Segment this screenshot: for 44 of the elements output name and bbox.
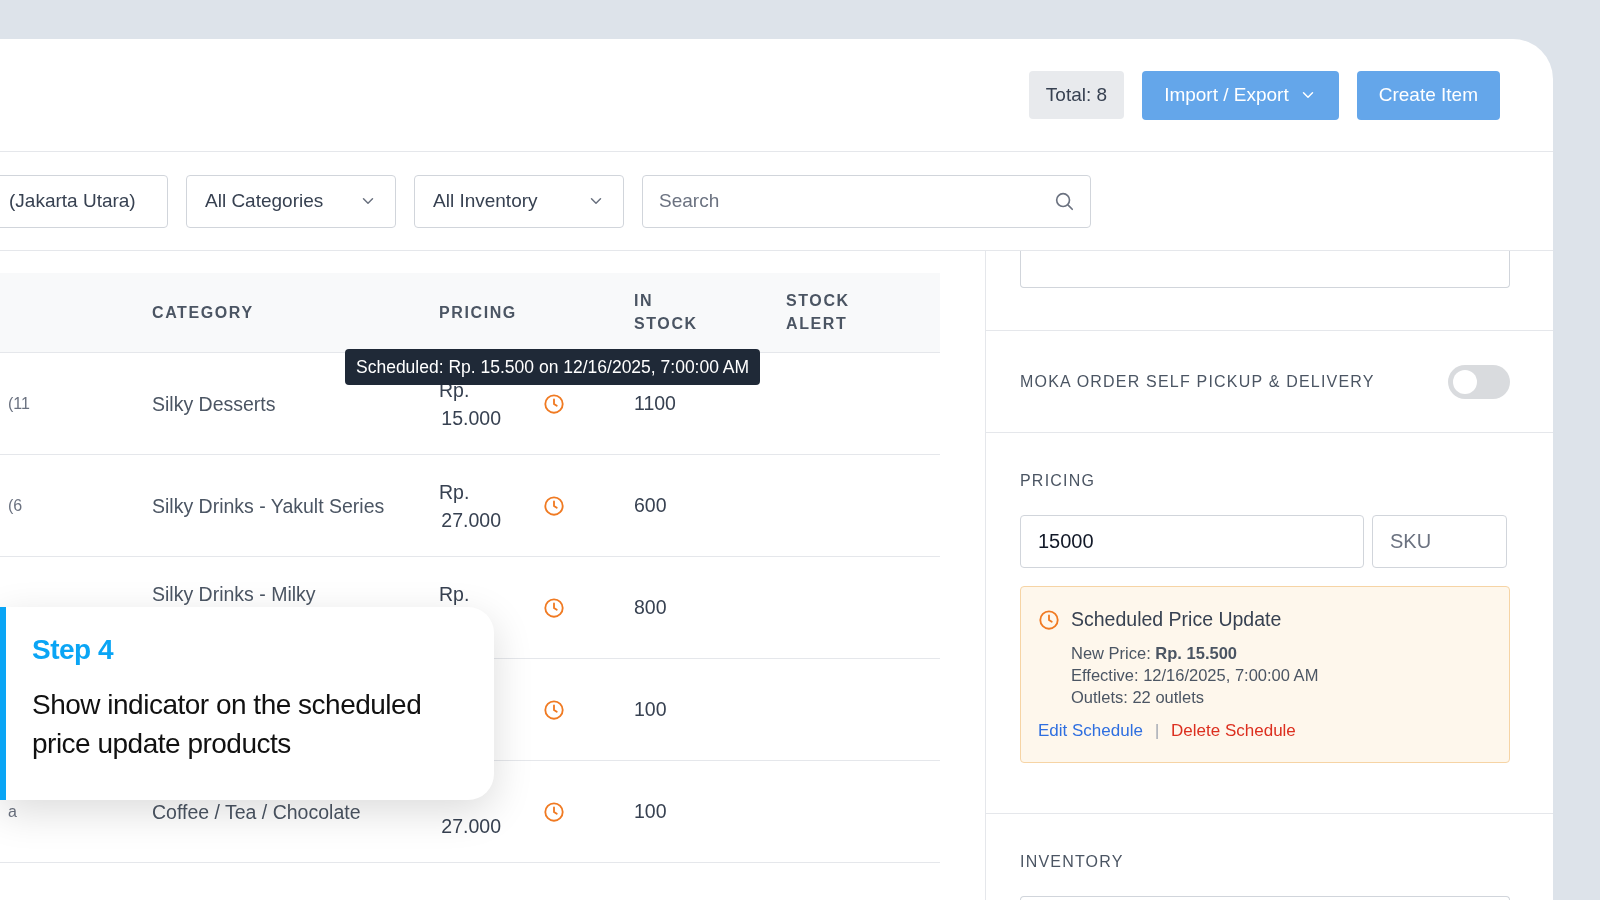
filter-select[interactable]: All Categories [186, 174, 396, 228]
price-field[interactable]: 15000 [1020, 515, 1364, 568]
table-cell: 600 [634, 493, 667, 516]
step-description: Show indicator on the scheduled price update products [32, 688, 423, 761]
table-cell-text: Coffee / Tea / Chocolate [152, 799, 361, 825]
notice-text: Effective: 12/16/2025, 7:00:00 AM [1071, 665, 1320, 687]
tooltip: Scheduled: Rp. 15.500 on 12/16/2025, 7:00:00 AM [345, 349, 761, 386]
price-text: Rp. [439, 582, 470, 605]
toggle-switch[interactable] [1448, 364, 1510, 399]
price-text: 27.000 [441, 508, 501, 531]
filter-select[interactable]: All Inventory [414, 174, 624, 228]
step-title: Step 4 [32, 633, 115, 667]
sku-field[interactable]: SKU [1372, 515, 1507, 568]
price-text: Rp. [439, 480, 470, 503]
table-cell: 100 [634, 799, 667, 822]
total-count: Total: 8 [1028, 70, 1125, 120]
input-field[interactable] [1020, 251, 1510, 288]
table-cell-text: Silky Desserts [152, 391, 276, 417]
table-cell: (11 [8, 394, 30, 412]
price-text: 15.000 [441, 406, 501, 429]
section-label: MOKA ORDER SELF PICKUP & DELIVERY [1020, 371, 1375, 392]
table-cell: a [8, 802, 17, 820]
clock-icon [1038, 608, 1060, 631]
column-header: IN STOCK [634, 291, 698, 334]
filter-select[interactable]: (Jakarta Utara) [0, 174, 168, 228]
table-cell-text: Silky Drinks - Yakult Series [152, 493, 385, 519]
delete-link[interactable]: Delete Schedule [1171, 718, 1296, 744]
edit-link[interactable]: Edit Schedule [1038, 718, 1143, 744]
column-header: STOCK ALERT [786, 291, 850, 334]
notice-text: New Price: Rp. 15.500 [1071, 643, 1238, 665]
notice-text: Outlets: 22 outlets [1071, 687, 1205, 709]
section-label: PRICING [1020, 471, 1097, 491]
search-field[interactable]: Search [642, 174, 1091, 228]
table-cell-text: Silky Drinks - Milky [152, 582, 316, 607]
table-cell: 800 [634, 595, 667, 618]
separator: | [1154, 721, 1160, 741]
price-text: 27.000 [441, 814, 501, 837]
notice-title: Scheduled Price Update [1071, 607, 1282, 632]
column-header: PRICING [439, 303, 517, 323]
table-cell: (6 [8, 496, 23, 514]
section-label: INVENTORY [1020, 851, 1125, 872]
table-cell: 100 [634, 697, 667, 720]
table-cell: 1100 [634, 391, 676, 414]
column-header: CATEGORY [152, 302, 254, 323]
